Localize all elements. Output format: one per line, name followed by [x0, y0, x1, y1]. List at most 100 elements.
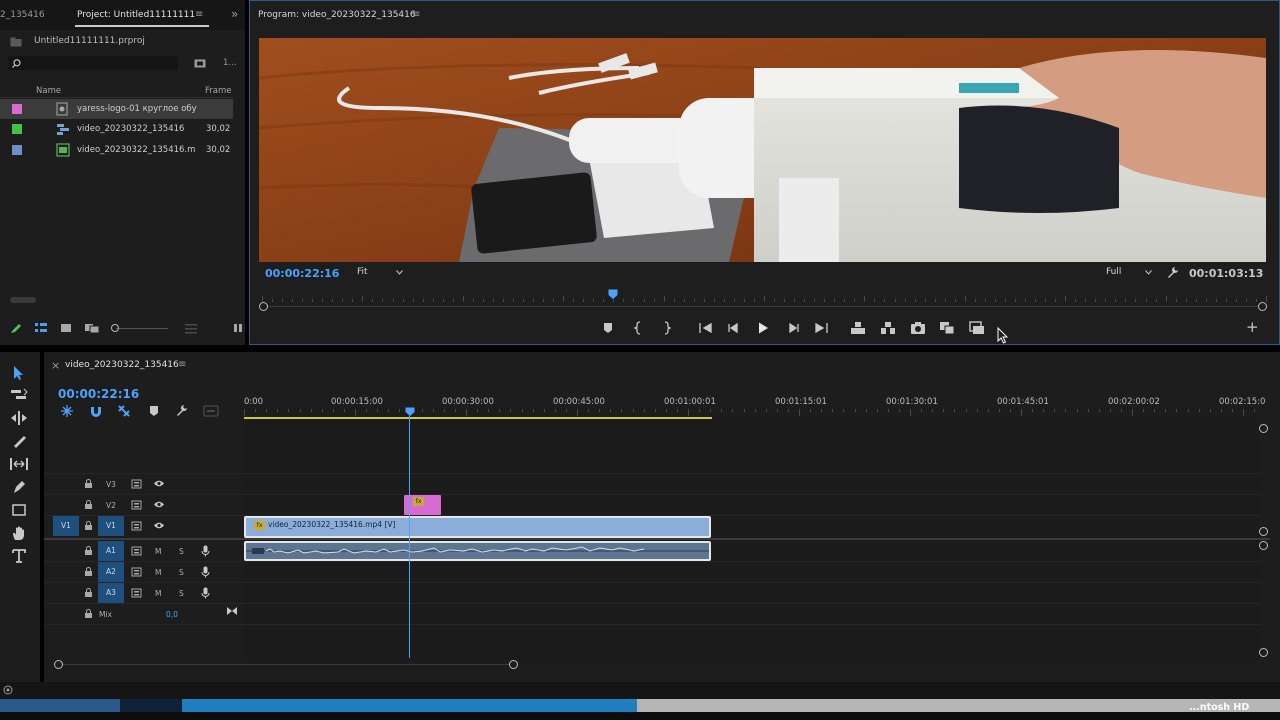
sync-lock-icon[interactable]	[131, 479, 142, 489]
timeline-current-timecode[interactable]: 00:00:22:16	[58, 387, 139, 401]
linked-selection-icon[interactable]	[117, 404, 131, 418]
mix-collapse-icon[interactable]	[226, 606, 238, 616]
program-playhead[interactable]	[608, 289, 618, 301]
eye-icon[interactable]	[153, 521, 165, 530]
ripple-edit-tool-icon[interactable]	[10, 411, 28, 425]
slip-tool-icon[interactable]	[9, 457, 29, 471]
freeform-view-icon[interactable]	[84, 322, 100, 334]
step-back-icon[interactable]	[726, 320, 742, 336]
go-to-out-icon[interactable]	[814, 320, 830, 336]
lock-icon[interactable]	[84, 500, 93, 510]
program-zoom-handle-right[interactable]	[1258, 302, 1267, 311]
timeline-playhead-line[interactable]	[409, 413, 410, 658]
close-sequence-icon[interactable]: ×	[51, 359, 60, 372]
timeline-zoom-handle-right[interactable]	[509, 660, 518, 669]
lock-icon[interactable]	[84, 521, 93, 531]
comparison-view-icon[interactable]	[939, 320, 955, 336]
project-item[interactable]: video_20230322_135416.m 30,02 f	[0, 140, 233, 160]
button-editor-add-icon[interactable]: +	[1246, 318, 1259, 336]
vertical-zoom-handle-top[interactable]	[1259, 424, 1268, 433]
lock-icon[interactable]	[84, 546, 93, 556]
timeline-zoom-handle-left[interactable]	[54, 660, 63, 669]
program-monitor-title[interactable]: Program: video_20230322_135416	[258, 10, 416, 20]
track-target-a2[interactable]: A2	[98, 562, 124, 582]
zoom-level-select[interactable]: Fit	[353, 266, 407, 280]
insert-sequence-nested-icon[interactable]	[60, 404, 74, 418]
column-frame-rate[interactable]: Frame	[205, 86, 231, 96]
razor-tool-icon[interactable]	[11, 434, 27, 448]
mute-button[interactable]: M	[155, 568, 161, 577]
captions-icon[interactable]	[203, 405, 219, 417]
program-monitor-menu-icon[interactable]: ≡	[412, 9, 420, 20]
snap-magnet-icon[interactable]	[89, 404, 103, 418]
project-panel-menu-icon[interactable]: ≡	[195, 9, 203, 20]
audio-clip-a1[interactable]	[244, 541, 711, 561]
lock-icon[interactable]	[84, 479, 93, 489]
icon-view-icon[interactable]	[60, 322, 72, 334]
lift-icon[interactable]	[850, 320, 866, 336]
track-target-a3[interactable]: A3	[98, 583, 124, 603]
timeline-playhead-handle[interactable]	[405, 407, 415, 417]
program-zoom-handle-left[interactable]	[259, 302, 268, 311]
track-target-v1[interactable]: V1	[98, 516, 124, 536]
hand-tool-icon[interactable]	[11, 525, 27, 541]
sort-icon[interactable]	[184, 322, 198, 334]
track-target-a1[interactable]: A1	[98, 541, 124, 561]
mark-out-icon[interactable]	[658, 320, 674, 336]
source-patch-v1[interactable]: V1	[53, 516, 79, 536]
video-audio-divider[interactable]	[44, 538, 1270, 540]
project-item[interactable]: yaress-logo-01 круглое обу	[0, 99, 233, 119]
automate-to-sequence-icon[interactable]	[233, 322, 243, 334]
mute-button[interactable]: M	[155, 589, 161, 598]
wrench-settings-icon[interactable]	[1166, 266, 1179, 279]
track-select-tool-icon[interactable]	[10, 388, 28, 402]
playback-resolution-select[interactable]: Full	[1102, 266, 1156, 280]
lock-icon[interactable]	[84, 609, 93, 619]
solo-button[interactable]: S	[179, 547, 184, 556]
rectangle-tool-icon[interactable]	[11, 503, 27, 517]
microphone-icon[interactable]	[201, 545, 210, 557]
sync-lock-icon[interactable]	[131, 500, 142, 510]
list-view-icon[interactable]	[34, 322, 48, 334]
project-item[interactable]: video_20230322_135416 30,02 f	[0, 119, 233, 139]
sync-lock-icon[interactable]	[131, 521, 142, 531]
vertical-zoom-handle-bottom[interactable]	[1259, 648, 1268, 657]
tab-project[interactable]: Project: Untitled11111111	[77, 10, 195, 20]
lock-icon[interactable]	[84, 567, 93, 577]
mark-in-icon[interactable]	[631, 320, 647, 336]
track-name[interactable]: V3	[106, 480, 116, 489]
multi-camera-icon[interactable]	[969, 320, 985, 336]
video-clip-v1[interactable]: fx video_20230322_135416.mp4 [V]	[244, 516, 711, 538]
track-name[interactable]: V2	[106, 501, 116, 510]
step-forward-icon[interactable]	[785, 320, 801, 336]
horizontal-scrollbar[interactable]	[10, 297, 36, 303]
pencil-icon[interactable]	[10, 322, 22, 334]
vertical-zoom-handle-audio[interactable]	[1259, 541, 1268, 550]
work-area-bar[interactable]	[244, 417, 712, 419]
zoom-slider-handle[interactable]	[111, 324, 119, 332]
sync-lock-icon[interactable]	[131, 567, 142, 577]
solo-button[interactable]: S	[179, 568, 184, 577]
new-bin-icon[interactable]	[194, 58, 206, 68]
play-icon[interactable]	[755, 320, 771, 336]
selection-tool-icon[interactable]	[12, 365, 26, 381]
program-video-frame[interactable]	[259, 38, 1266, 262]
program-zoom-bar[interactable]	[262, 306, 1266, 307]
vertical-zoom-handle-video[interactable]	[1259, 527, 1268, 536]
type-tool-icon[interactable]	[11, 548, 27, 564]
extract-icon[interactable]	[880, 320, 896, 336]
timeline-time-ruler[interactable]: 0:00 00:00:15:00 00:00:30:00 00:00:45:00 00:…	[244, 395, 1265, 419]
microphone-icon[interactable]	[201, 587, 210, 599]
eye-icon[interactable]	[153, 500, 165, 509]
export-frame-camera-icon[interactable]	[910, 320, 926, 336]
program-time-ruler[interactable]	[262, 292, 1267, 302]
solo-button[interactable]: S	[179, 589, 184, 598]
column-name[interactable]: Name	[36, 86, 61, 96]
zoom-slider-track[interactable]	[116, 328, 168, 329]
tab-previous-sequence[interactable]: 2_135416	[0, 10, 45, 20]
mute-button[interactable]: M	[155, 547, 161, 556]
microphone-icon[interactable]	[201, 566, 210, 578]
timeline-menu-icon[interactable]: ≡	[178, 359, 186, 370]
add-marker-timeline-icon[interactable]	[147, 404, 161, 418]
go-to-in-icon[interactable]	[697, 320, 713, 336]
